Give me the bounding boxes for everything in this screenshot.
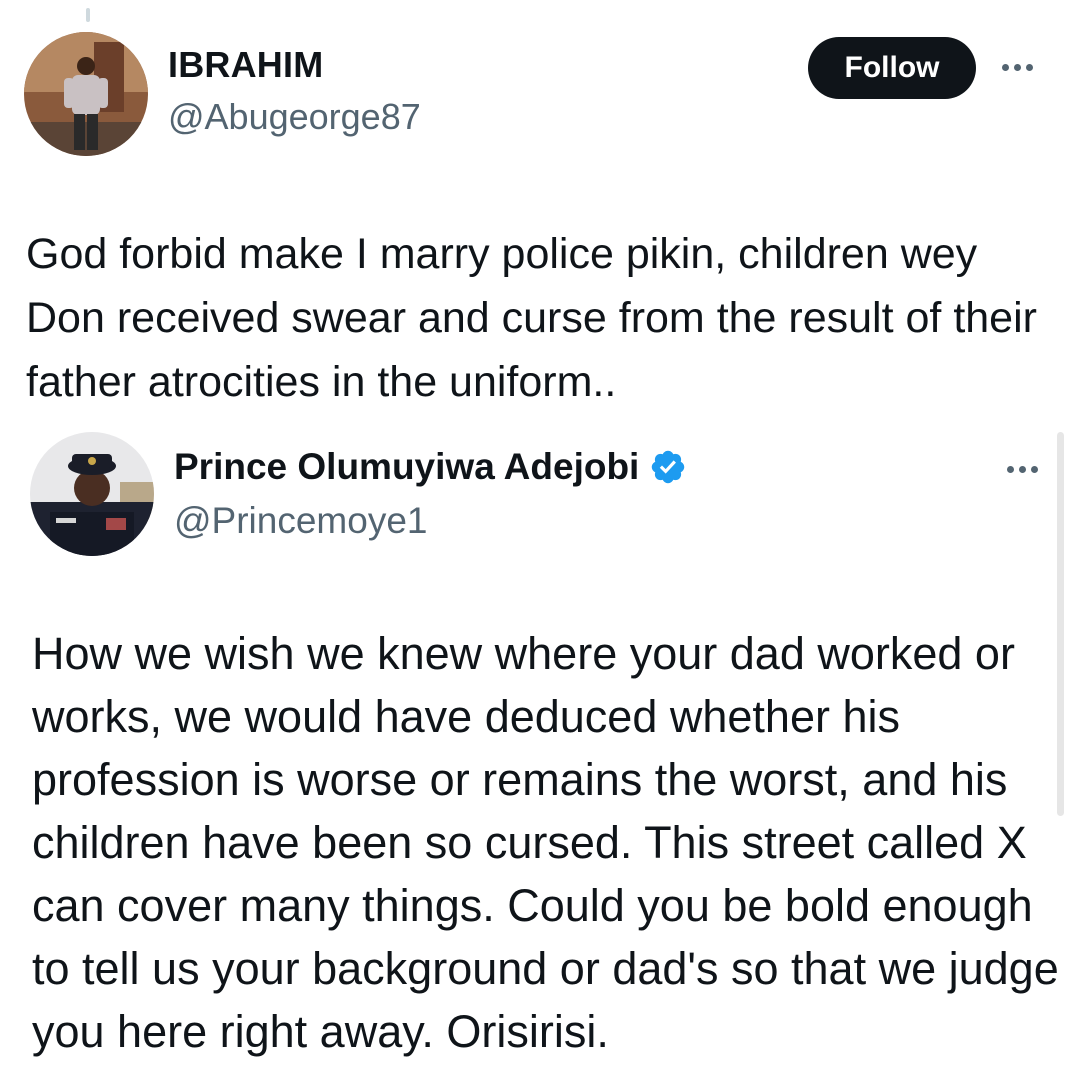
quoted-author-avatar[interactable] xyxy=(30,432,154,556)
quoted-author-name-row[interactable]: Prince Olumuyiwa Adejobi xyxy=(174,446,687,488)
quoted-author-handle[interactable]: @Princemoye1 xyxy=(174,500,428,542)
avatar-photo xyxy=(24,32,148,156)
ellipsis-icon[interactable] xyxy=(1002,64,1033,71)
quoted-tweet-text: How we wish we knew where your dad worke… xyxy=(32,628,1059,1057)
avatar-photo xyxy=(30,432,154,556)
author-avatar[interactable] xyxy=(24,32,148,156)
tweet-text: God forbid make I marry police pikin, ch… xyxy=(26,230,1037,406)
follow-button[interactable]: Follow xyxy=(808,37,976,99)
author-handle[interactable]: @Abugeorge87 xyxy=(168,96,421,138)
scrollbar[interactable] xyxy=(1057,432,1064,816)
quoted-author-name[interactable]: Prince Olumuyiwa Adejobi xyxy=(174,446,639,488)
ellipsis-icon[interactable] xyxy=(1007,466,1038,473)
verified-badge-icon xyxy=(649,448,687,486)
thread-connector-line xyxy=(86,8,90,22)
author-name[interactable]: IBRAHIM xyxy=(168,44,323,86)
